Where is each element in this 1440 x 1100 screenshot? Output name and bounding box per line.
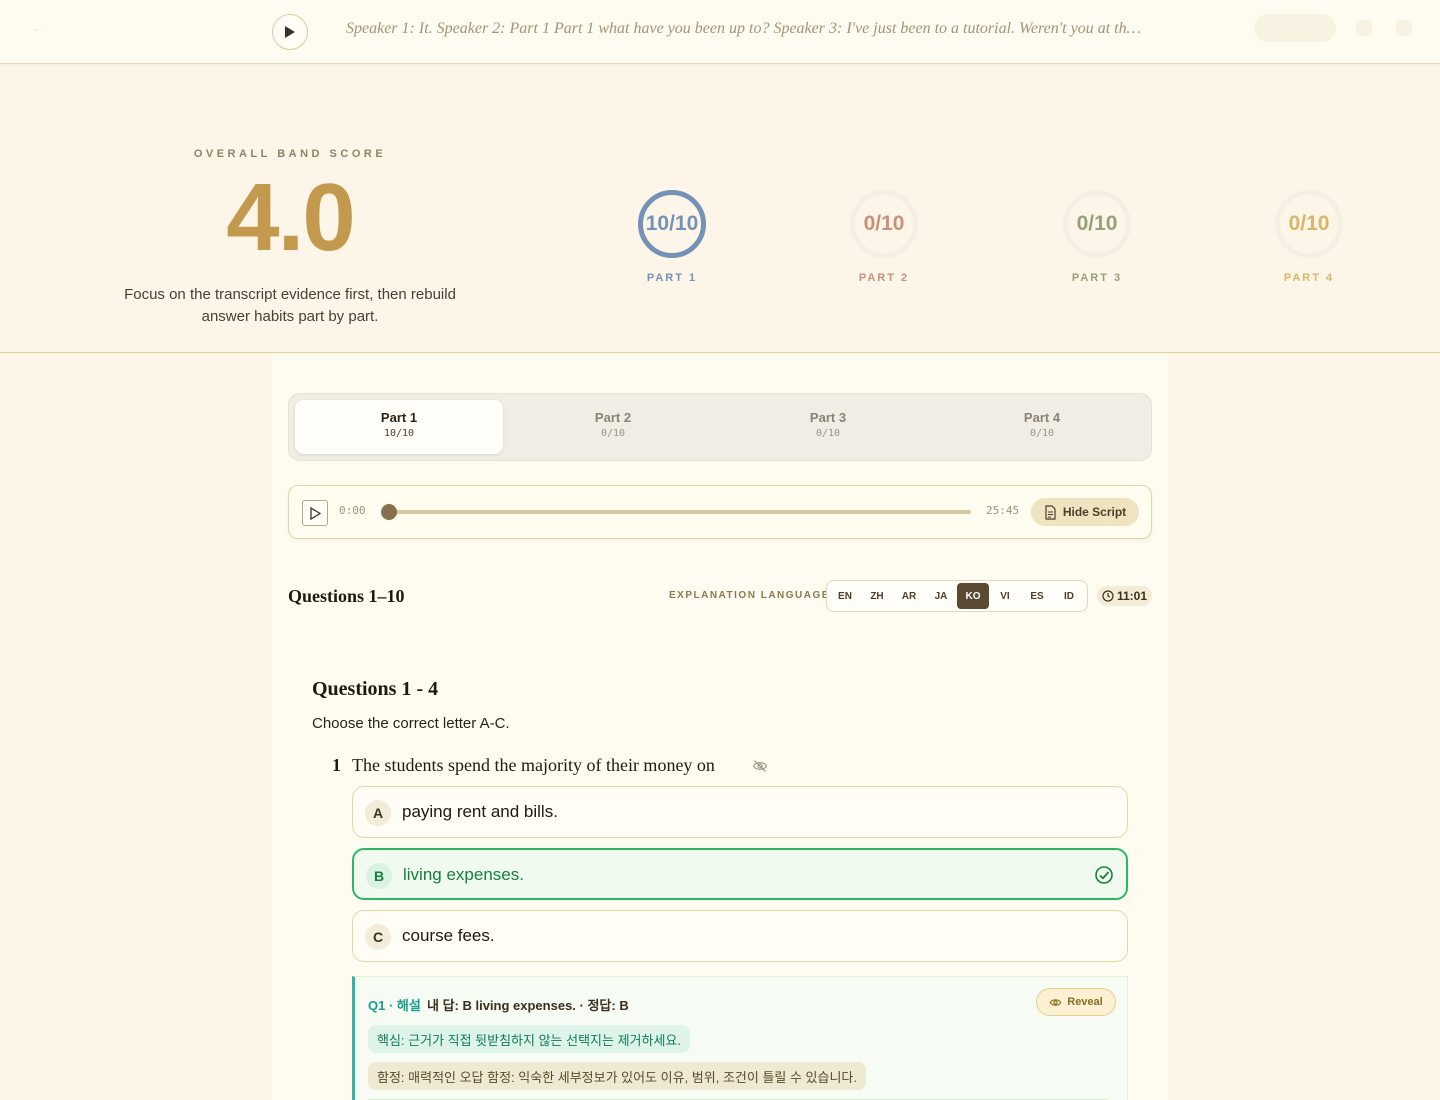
band-score-note: Focus on the transcript evidence first, … <box>124 286 456 325</box>
timer-badge: 11:01 <box>1097 586 1152 606</box>
main-content: Part 1 10/10 Part 2 0/10 Part 3 0/10 Par… <box>272 353 1168 1100</box>
lang-option-es[interactable]: ES <box>1021 583 1053 609</box>
tab-label: Part 3 <box>809 410 847 425</box>
trap-tip: 함정: 매력적인 오답 함정: 익숙한 세부정보가 있어도 이유, 범위, 조건… <box>368 1062 867 1090</box>
question-text: The students spend the majority of their… <box>352 755 715 775</box>
part-score-ring: 10/10 PART 1 <box>602 190 742 284</box>
faded-header-icon[interactable] <box>1356 20 1372 36</box>
part-ring-label: PART 1 <box>646 272 698 284</box>
band-score-label: OVERALL BAND SCORE <box>193 148 387 160</box>
part-ring-label: PART 4 <box>1283 272 1335 284</box>
audio-progress-handle[interactable] <box>381 504 397 520</box>
lang-option-ko[interactable]: KO <box>957 583 989 609</box>
core-tip: 핵심: 근거가 직접 뒷받침하지 않는 선택지는 제거하세요. <box>368 1025 690 1053</box>
arrow-left-icon: ← <box>32 19 45 35</box>
band-score-value: 4.0 <box>226 164 355 271</box>
document-icon <box>1045 504 1056 520</box>
lang-option-zh[interactable]: ZH <box>861 583 893 609</box>
tab-part-1[interactable]: Part 1 10/10 <box>295 400 503 454</box>
current-time: 0:00 <box>339 504 366 517</box>
part-score-text: 0/10 <box>863 212 905 235</box>
faded-header-icon[interactable] <box>1396 20 1412 36</box>
eye-icon <box>1049 998 1062 1006</box>
answer-option-c[interactable]: C course fees. <box>352 910 1128 962</box>
transcript-play-button[interactable] <box>272 14 308 50</box>
part-score-ring: 0/10 PART 2 <box>814 190 954 284</box>
lang-option-ja[interactable]: JA <box>925 583 957 609</box>
part-score-text: 0/10 <box>1076 212 1118 235</box>
play-icon <box>285 26 295 38</box>
lang-option-ar[interactable]: AR <box>893 583 925 609</box>
question-instruction: Choose the correct letter A-C. <box>312 715 510 732</box>
tab-score: 0/10 <box>1029 428 1055 439</box>
faded-header-button[interactable] <box>1254 14 1336 42</box>
questions-range-title: Questions 1–10 <box>288 586 405 606</box>
clock-icon <box>1102 590 1114 602</box>
part-score-ring: 0/10 PART 3 <box>1027 190 1167 284</box>
transcript-preview: Speaker 1: It. Speaker 2: Part 1 Part 1 … <box>346 20 1146 37</box>
part-score-ring: 0/10 PART 4 <box>1239 190 1379 284</box>
part-ring-label: PART 3 <box>1071 272 1123 284</box>
play-icon <box>309 506 321 520</box>
reveal-label: Reveal <box>1067 996 1103 1008</box>
part-ring-circle: 0/10 <box>1063 190 1131 258</box>
option-letter: B <box>366 863 392 889</box>
duration: 25:45 <box>986 504 1020 517</box>
reveal-button[interactable]: Reveal <box>1036 988 1116 1016</box>
option-text: course fees. <box>402 926 495 945</box>
tab-score: 0/10 <box>600 428 626 439</box>
top-bar: ← Speaker 1: It. Speaker 2: Part 1 Part … <box>0 0 1440 64</box>
part-score-text: 0/10 <box>1288 212 1330 235</box>
tab-label: Part 4 <box>1023 410 1061 425</box>
option-text: paying rent and bills. <box>402 802 558 821</box>
lang-option-vi[interactable]: VI <box>989 583 1021 609</box>
timer-value: 11:01 <box>1116 589 1148 603</box>
tab-score: 10/10 <box>383 428 415 439</box>
tab-label: Part 2 <box>594 410 632 425</box>
question-number: 1 <box>332 755 341 775</box>
tab-part-4[interactable]: Part 4 0/10 <box>938 400 1146 454</box>
explanation-panel: Q1 · 해설 내 답: B living expenses. · 정답: B … <box>352 976 1128 1100</box>
audio-play-button[interactable] <box>302 500 328 526</box>
language-selector: EN ZH AR JA KO VI ES ID <box>826 580 1088 612</box>
audio-progress-track[interactable] <box>383 510 971 514</box>
explanation-label: Q1 · 해설 <box>368 998 421 1013</box>
part-tabs: Part 1 10/10 Part 2 0/10 Part 3 0/10 Par… <box>288 393 1152 461</box>
tab-part-3[interactable]: Part 3 0/10 <box>724 400 932 454</box>
hide-script-label: Hide Script <box>1062 505 1127 519</box>
tab-label: Part 1 <box>380 410 418 425</box>
option-letter: A <box>365 800 391 826</box>
lang-option-id[interactable]: ID <box>1053 583 1085 609</box>
hide-script-button[interactable]: Hide Script <box>1031 498 1139 526</box>
option-letter: C <box>365 924 391 950</box>
part-score-text: 10/10 <box>645 212 699 235</box>
answer-option-a[interactable]: A paying rent and bills. <box>352 786 1128 838</box>
part-ring-circle: 0/10 <box>1275 190 1343 258</box>
part-ring-label: PART 2 <box>858 272 910 284</box>
tab-score: 0/10 <box>815 428 841 439</box>
question-group-title: Questions 1 - 4 <box>312 678 439 700</box>
audio-player: 0:00 25:45 Hide Script <box>288 485 1152 539</box>
explanation-language-label: EXPLANATION LANGUAGE <box>669 590 830 601</box>
eye-off-icon[interactable] <box>752 758 768 774</box>
part-ring-circle: 0/10 <box>850 190 918 258</box>
tab-part-2[interactable]: Part 2 0/10 <box>509 400 717 454</box>
lang-option-en[interactable]: EN <box>829 583 861 609</box>
part-ring-circle: 10/10 <box>638 190 706 258</box>
score-summary: OVERALL BAND SCORE 4.0 Focus on the tran… <box>0 64 1440 353</box>
back-link-faded[interactable]: ← <box>32 18 102 36</box>
answer-summary: 내 답: B living expenses. · 정답: B <box>427 998 629 1013</box>
answer-option-b[interactable]: B living expenses. <box>352 848 1128 900</box>
option-text: living expenses. <box>403 865 524 884</box>
check-circle-icon <box>1095 866 1113 884</box>
